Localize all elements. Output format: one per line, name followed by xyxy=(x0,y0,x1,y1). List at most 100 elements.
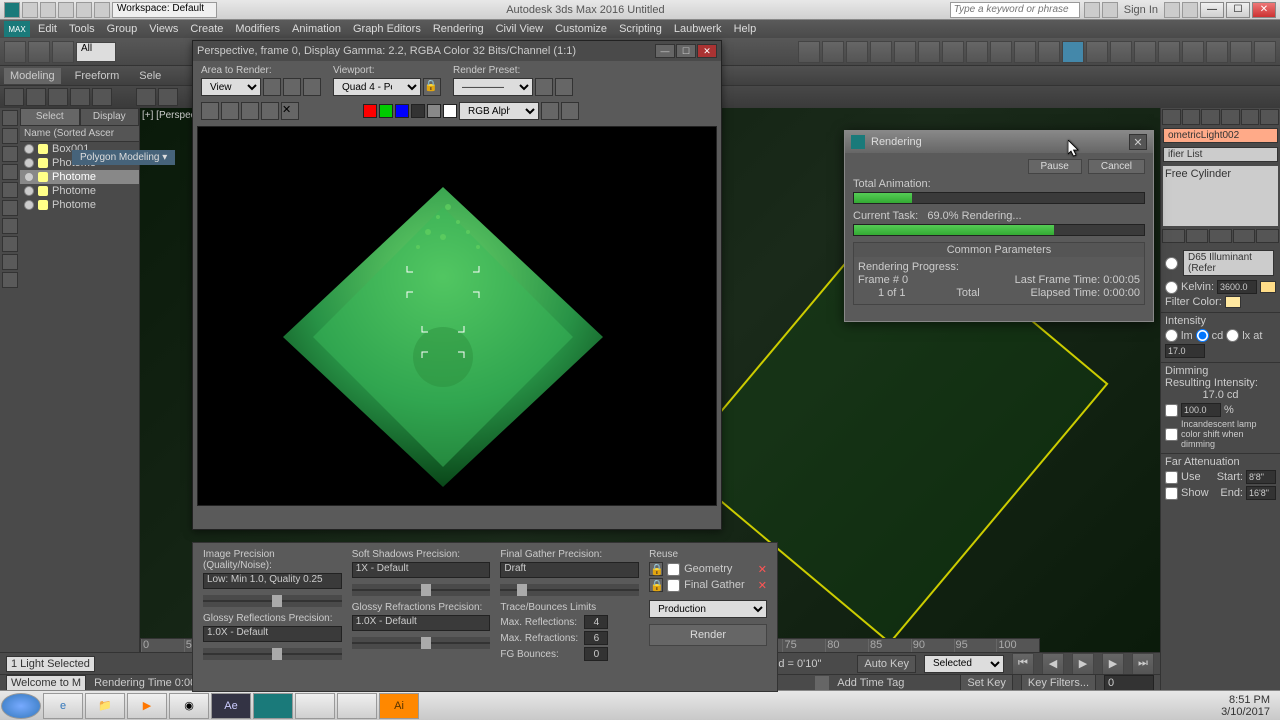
signin-link[interactable]: Sign In xyxy=(1120,4,1162,16)
task-ae-icon[interactable]: Ae xyxy=(211,693,251,719)
render-button[interactable]: Render xyxy=(649,624,767,646)
shadows-slider[interactable] xyxy=(352,584,491,596)
star-icon[interactable] xyxy=(1102,2,1118,18)
lr-icon[interactable] xyxy=(2,146,18,162)
stack-config-icon[interactable] xyxy=(1256,229,1279,243)
menu-scripting[interactable]: Scripting xyxy=(613,21,668,37)
mirror-icon[interactable] xyxy=(918,41,940,63)
timetag-icon[interactable] xyxy=(815,676,829,690)
menu-customize[interactable]: Customize xyxy=(549,21,613,37)
fg-precision-value[interactable]: Draft xyxy=(500,562,639,578)
poly-edge-icon[interactable] xyxy=(26,88,46,106)
menu-tools[interactable]: Tools xyxy=(63,21,101,37)
material-editor-icon[interactable] xyxy=(1038,41,1060,63)
scene-tab-display[interactable]: Display xyxy=(80,108,140,126)
end-input[interactable] xyxy=(1246,486,1276,500)
utilities-tab-icon[interactable] xyxy=(1260,109,1279,125)
object-name-field[interactable]: ometricLight002 xyxy=(1163,128,1278,143)
stack-unique-icon[interactable] xyxy=(1209,229,1232,243)
task-media-icon[interactable]: ▶ xyxy=(127,693,167,719)
menu-civil-view[interactable]: Civil View xyxy=(490,21,549,37)
stack-remove-icon[interactable] xyxy=(1233,229,1256,243)
add-time-tag[interactable]: Add Time Tag xyxy=(837,677,904,689)
angle-snap-icon[interactable] xyxy=(822,41,844,63)
set-key-button[interactable]: Set Key xyxy=(960,674,1013,692)
modifier-list-dropdown[interactable]: ifier List xyxy=(1163,147,1278,162)
kelvin-swatch[interactable] xyxy=(1260,281,1276,293)
toggle-ui-icon[interactable] xyxy=(561,102,579,120)
curve-editor-icon[interactable] xyxy=(990,41,1012,63)
render-setup-icon[interactable] xyxy=(535,78,553,96)
hierarchy-tab-icon[interactable] xyxy=(1201,109,1220,125)
open-icon[interactable] xyxy=(40,2,56,18)
render-production-icon[interactable] xyxy=(1110,41,1132,63)
key-filters-button[interactable]: Key Filters... xyxy=(1021,674,1096,692)
render-setup-icon[interactable] xyxy=(1062,41,1084,63)
menu-graph-editors[interactable]: Graph Editors xyxy=(347,21,427,37)
render-mode-dropdown[interactable]: Production xyxy=(649,600,767,618)
fg-bounces-input[interactable] xyxy=(584,647,608,661)
toggle-overlay-icon[interactable] xyxy=(541,102,559,120)
max-refl-input[interactable] xyxy=(584,615,608,629)
tool-constraint-icon[interactable] xyxy=(158,88,178,106)
display-tab-icon[interactable] xyxy=(1241,109,1260,125)
scene-tab-select[interactable]: Select xyxy=(20,108,80,126)
layers-icon[interactable] xyxy=(966,41,988,63)
channel-alpha-icon[interactable] xyxy=(411,104,425,118)
teapot2-icon[interactable] xyxy=(1230,41,1252,63)
menu-edit[interactable]: Edit xyxy=(32,21,63,37)
glossy-refl-slider[interactable] xyxy=(203,648,342,660)
unlink-icon[interactable] xyxy=(28,41,50,63)
glossy-refl-value[interactable]: 1.0X - Default xyxy=(203,626,342,642)
spinner-snap-icon[interactable] xyxy=(870,41,892,63)
start-button[interactable] xyxy=(1,693,41,719)
auto-key-button[interactable]: Auto Key xyxy=(857,655,916,673)
kelvin-radio[interactable] xyxy=(1165,281,1178,294)
print-icon[interactable] xyxy=(261,102,279,120)
app-menu-button[interactable]: MAX xyxy=(4,21,30,37)
start-input[interactable] xyxy=(1246,470,1276,484)
rendered-frame-icon[interactable] xyxy=(1086,41,1108,63)
lx-radio[interactable] xyxy=(1226,329,1239,342)
render-iterative-icon[interactable] xyxy=(1134,41,1156,63)
poly-vertex-icon[interactable] xyxy=(4,88,24,106)
cd-radio[interactable] xyxy=(1196,329,1209,342)
lr-icon[interactable] xyxy=(2,164,18,180)
undo-icon[interactable] xyxy=(76,2,92,18)
lock-fg-icon[interactable]: 🔒 xyxy=(649,578,663,592)
color-preset-radio[interactable] xyxy=(1165,257,1178,270)
teapot-icon[interactable] xyxy=(1206,41,1228,63)
frame-input[interactable] xyxy=(1104,675,1154,691)
cancel-button[interactable]: Cancel xyxy=(1088,159,1145,174)
kelvin-input[interactable] xyxy=(1217,280,1257,294)
task-ie-icon[interactable]: e xyxy=(43,693,83,719)
edit-region-icon[interactable] xyxy=(263,78,281,96)
rw-minimize-button[interactable]: — xyxy=(655,44,675,58)
play-icon[interactable]: ▶ xyxy=(1072,653,1094,675)
rw-maximize-button[interactable]: ☐ xyxy=(676,44,696,58)
percent-snap-icon[interactable] xyxy=(846,41,868,63)
channel-dropdown[interactable]: RGB Alpha xyxy=(459,102,539,120)
lr-icon[interactable] xyxy=(2,218,18,234)
dim-pct-input[interactable] xyxy=(1181,403,1221,417)
schematic-icon[interactable] xyxy=(1014,41,1036,63)
lr-icon[interactable] xyxy=(2,254,18,270)
poly-polygon-icon[interactable] xyxy=(70,88,90,106)
environment-icon[interactable] xyxy=(555,78,573,96)
clear-icon[interactable]: ✕ xyxy=(281,102,299,120)
fg-clear-icon[interactable]: ✕ xyxy=(758,579,767,592)
particle-icon[interactable] xyxy=(1254,41,1276,63)
create-tab-icon[interactable] xyxy=(1162,109,1181,125)
fg-precision-slider[interactable] xyxy=(500,584,639,596)
incandescent-check[interactable] xyxy=(1165,428,1178,441)
glossy-refr-slider[interactable] xyxy=(352,637,491,649)
next-frame-icon[interactable]: ▶ xyxy=(1102,653,1124,675)
channel-red-icon[interactable] xyxy=(363,104,377,118)
auto-region-icon[interactable] xyxy=(283,78,301,96)
render-window-titlebar[interactable]: Perspective, frame 0, Display Gamma: 2.2… xyxy=(193,41,721,61)
channel-mono-icon[interactable] xyxy=(427,104,441,118)
modifier-stack[interactable]: Free Cylinder xyxy=(1163,166,1278,226)
modify-tab-icon[interactable] xyxy=(1182,109,1201,125)
dim-pct-check[interactable] xyxy=(1165,404,1178,417)
system-clock[interactable]: 8:51 PM 3/10/2017 xyxy=(1211,694,1280,718)
